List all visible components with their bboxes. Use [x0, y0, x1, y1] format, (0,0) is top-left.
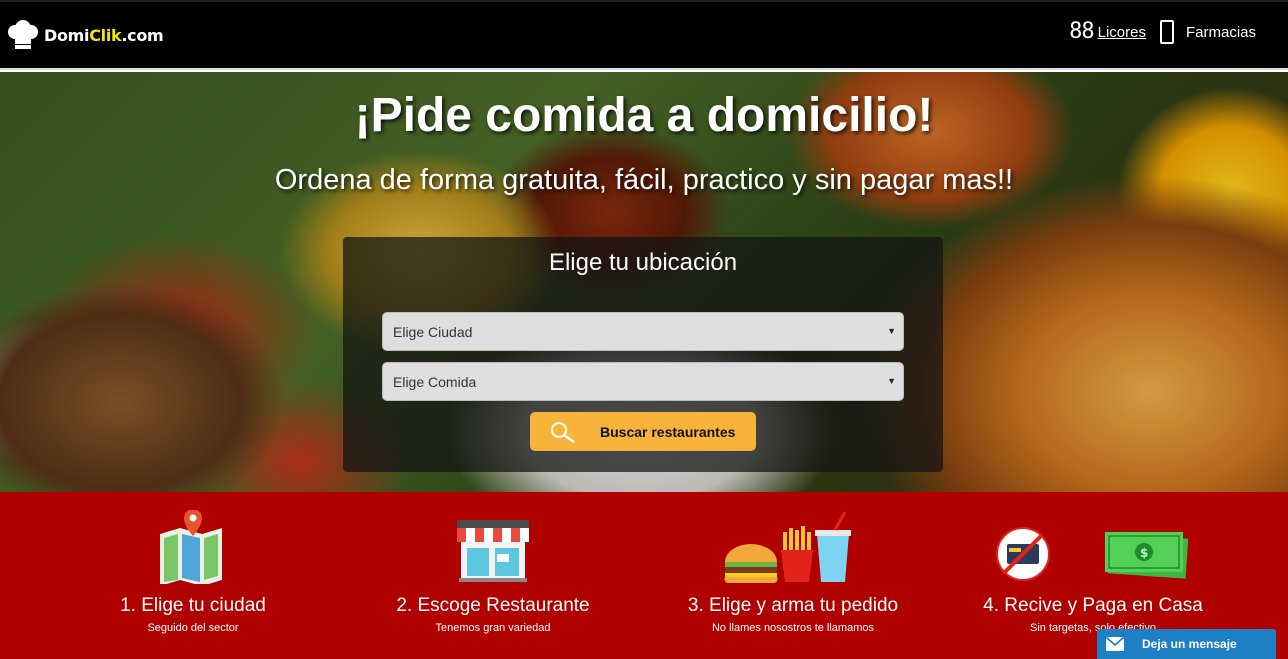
- svg-text:$: $: [1140, 546, 1148, 560]
- mobile-phone-icon: [1159, 20, 1174, 44]
- chef-hat-icon: [6, 20, 40, 50]
- step-3-title: 3. Elige y arma tu pedido: [687, 595, 899, 616]
- food-select-value: Elige Comida: [393, 374, 477, 390]
- leave-message-chat-widget[interactable]: Deja un mensaje: [1097, 629, 1276, 659]
- logo-text-main: Domi: [44, 25, 90, 45]
- logo-text: DomiClik.com: [44, 25, 164, 45]
- search-icon: [550, 421, 576, 446]
- liquor-icon: 88: [1069, 19, 1094, 44]
- nav-licores-label: Licores: [1097, 23, 1146, 41]
- how-it-works-section: 1. Elige tu ciudad Seguido del sector 2.…: [0, 492, 1288, 659]
- step-3-desc: No llames nosostros te llamamos: [711, 622, 874, 634]
- nav-farmacias-label: Farmacias: [1185, 23, 1256, 41]
- storefront-icon: [455, 510, 531, 584]
- search-restaurants-button[interactable]: Buscar restaurantes: [530, 412, 756, 451]
- logo-text-suffix: .com: [121, 25, 164, 45]
- food-select[interactable]: Elige Comida ▼: [382, 362, 904, 401]
- caret-down-icon: ▼: [887, 376, 896, 386]
- nav-farmacias-link[interactable]: Farmacias: [1159, 20, 1256, 44]
- hero-subtitle: Ordena de forma gratuita, fácil, practic…: [274, 164, 1014, 196]
- step-2-desc: Tenemos gran variedad: [435, 622, 551, 634]
- map-pin-icon: [156, 509, 226, 586]
- top-navbar: DomiClik.com 88 Licores Farmacias: [0, 0, 1288, 70]
- logo-text-highlight: Clik: [89, 25, 122, 45]
- hero-banner: ¡Pide comida a domicilio! Ordena de form…: [0, 72, 1288, 492]
- logo[interactable]: DomiClik.com: [6, 20, 164, 50]
- chat-label: Deja un mensaje: [1142, 637, 1237, 651]
- nav-licores-link[interactable]: 88 Licores: [1069, 21, 1146, 43]
- fast-food-icon: [723, 510, 853, 584]
- hero-title: ¡Pide comida a domicilio!: [354, 89, 934, 142]
- step-4-title: 4. Recive y Paga en Casa: [983, 595, 1203, 616]
- city-select-value: Elige Ciudad: [393, 324, 473, 340]
- step-1-desc: Seguido del sector: [147, 622, 239, 634]
- envelope-icon: [1105, 636, 1125, 656]
- panel-title: Elige tu ubicación: [548, 249, 738, 276]
- nav-links: 88 Licores Farmacias: [1069, 20, 1256, 44]
- search-button-label: Buscar restaurantes: [600, 424, 736, 440]
- caret-down-icon: ▼: [887, 326, 896, 336]
- cash-icon: $: [993, 522, 1189, 596]
- step-1-title: 1. Elige tu ciudad: [120, 595, 266, 616]
- city-select[interactable]: Elige Ciudad ▼: [382, 312, 904, 351]
- step-2-title: 2. Escoge Restaurante: [396, 595, 590, 616]
- location-search-panel: Elige tu ubicación Elige Ciudad ▼ Elige …: [343, 237, 943, 472]
